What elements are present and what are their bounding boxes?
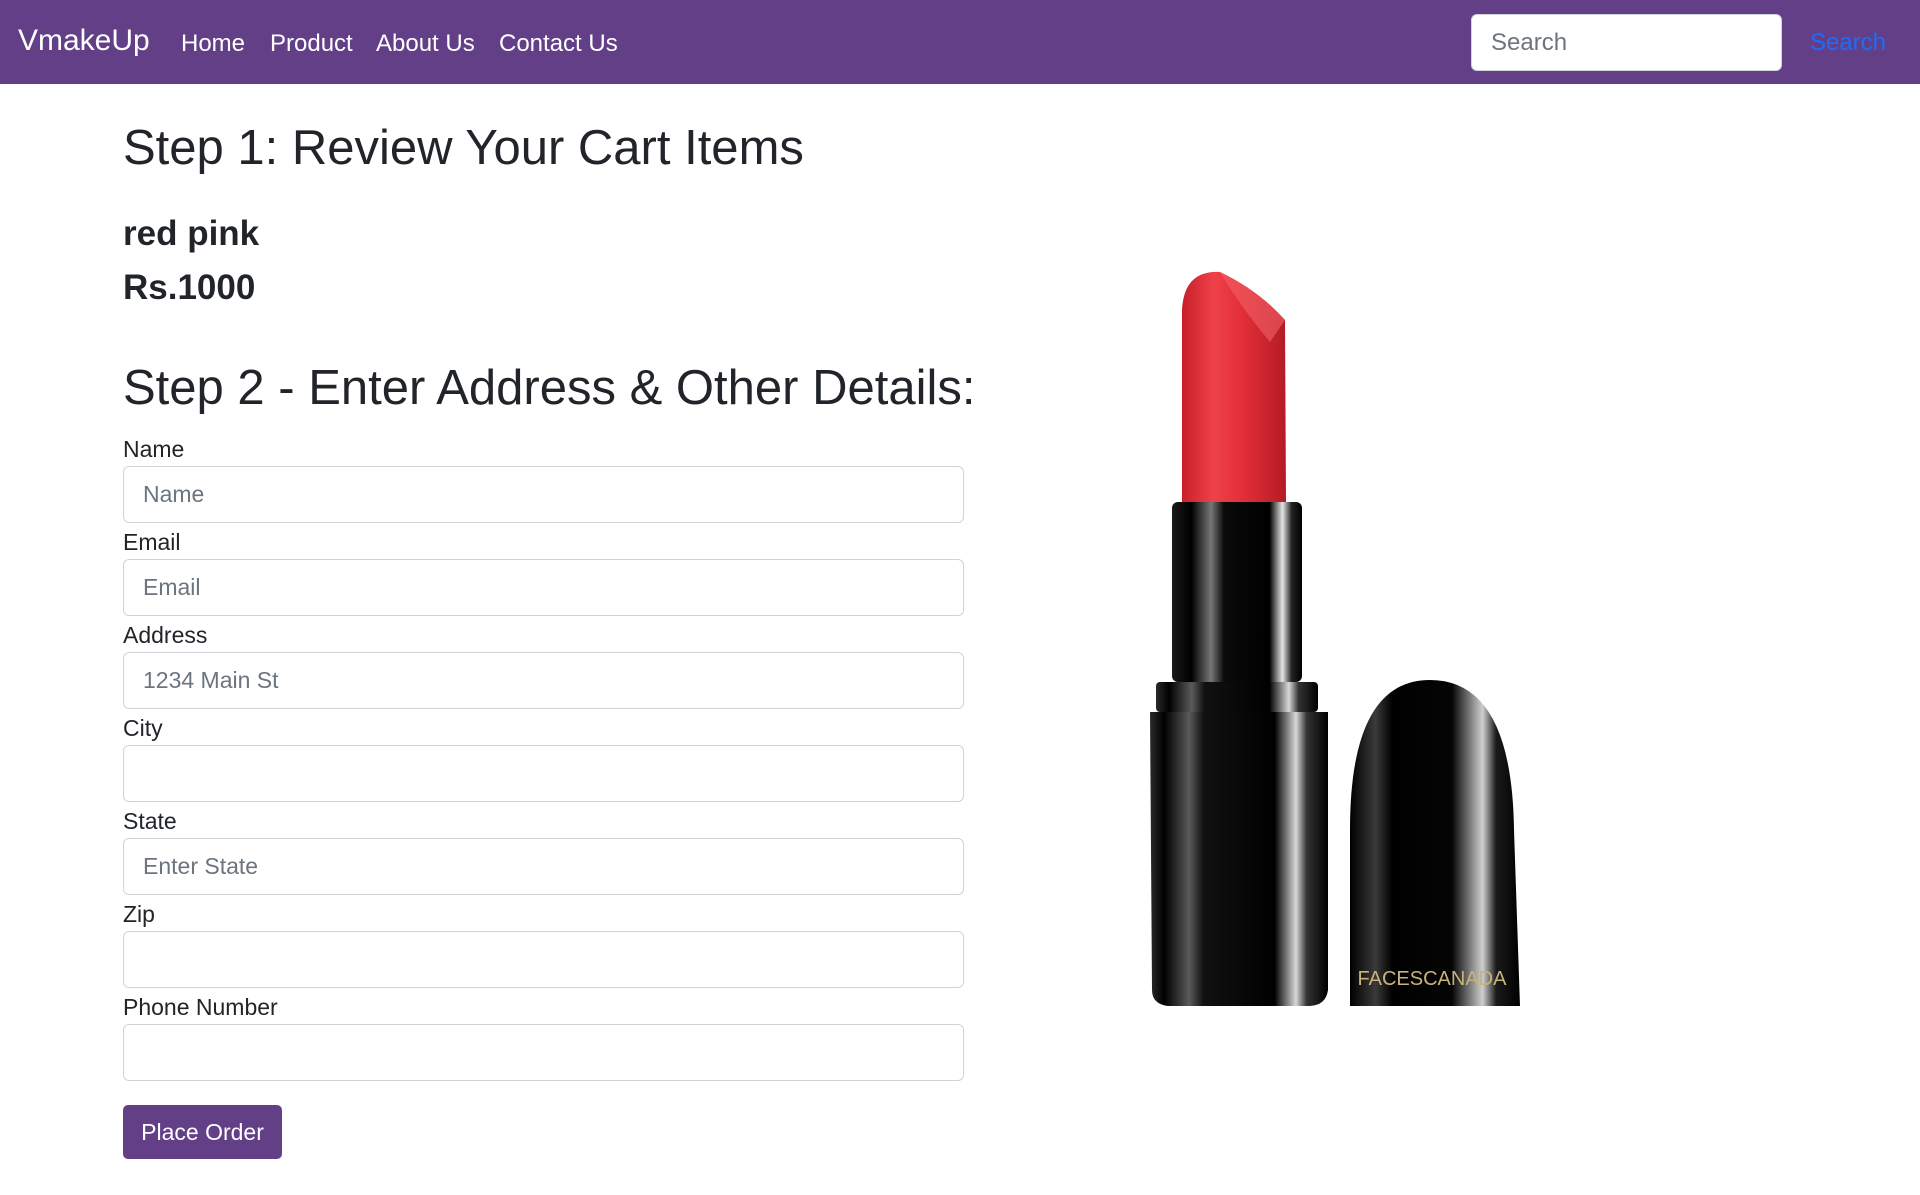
phone-label: Phone Number [123,994,278,1020]
state-label: State [123,808,177,834]
lipstick-collar [1172,502,1302,682]
name-input[interactable] [123,466,964,523]
cart-item-name: red pink [123,214,260,253]
email-input[interactable] [123,559,964,616]
nav-link-about-us[interactable]: About Us [376,30,475,58]
phone-input[interactable] [123,1024,964,1081]
cart-item-price: Rs.1000 [123,268,256,307]
address-heading: Step 2 - Enter Address & Other Details: [123,361,976,415]
brand-logo[interactable]: VmakeUp [18,24,150,58]
city-label: City [123,715,163,741]
address-label: Address [123,622,208,648]
nav-link-home[interactable]: Home [181,30,245,58]
navbar: VmakeUp Home Product About Us Contact Us… [0,0,1920,84]
address-input[interactable] [123,652,964,709]
city-input[interactable] [123,745,964,802]
search-button[interactable]: Search [1788,14,1908,71]
nav-link-contact-us[interactable]: Contact Us [499,30,618,58]
search-input[interactable] [1471,14,1782,71]
lipstick-cap [1350,680,1520,1006]
lipstick-illustration: FACESCANADA [1150,271,1520,1006]
place-order-button[interactable]: Place Order [123,1105,282,1159]
lipstick-case [1150,712,1328,1006]
email-label: Email [123,529,181,555]
nav-link-product[interactable]: Product [270,30,353,58]
zip-input[interactable] [123,931,964,988]
state-input[interactable] [123,838,964,895]
cart-heading: Step 1: Review Your Cart Items [123,121,804,175]
product-image: FACESCANADA [1120,250,1560,1020]
brand-mark: FACESCANADA [1358,968,1508,990]
name-label: Name [123,436,185,462]
zip-label: Zip [123,901,155,927]
